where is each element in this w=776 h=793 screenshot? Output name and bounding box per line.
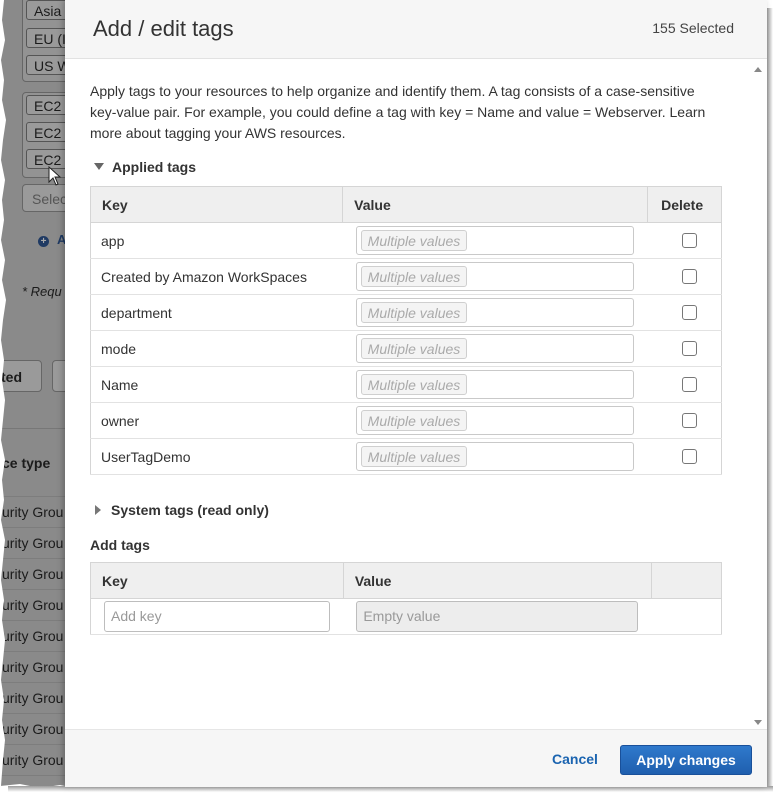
tag-value-input[interactable]: Multiple values bbox=[355, 370, 634, 399]
selected-count: 155 Selected bbox=[652, 20, 734, 36]
add-empty-header bbox=[650, 562, 723, 599]
delete-checkbox[interactable] bbox=[681, 305, 697, 320]
background-list-row[interactable]: urity Grou bbox=[0, 651, 70, 682]
tag-key: department bbox=[89, 294, 343, 331]
tag-key: mode bbox=[89, 330, 343, 367]
dialog-header: Add / edit tags 155 Selected bbox=[65, 0, 767, 59]
add-key-header: Key bbox=[90, 562, 344, 599]
multiple-values-chip: Multiple values bbox=[360, 266, 468, 287]
multiple-values-chip: Multiple values bbox=[360, 302, 468, 323]
delete-checkbox[interactable] bbox=[681, 377, 697, 392]
add-tags-title: Add tags bbox=[90, 537, 150, 553]
add-row-actions bbox=[651, 598, 723, 635]
background-list-row[interactable]: urity Grou bbox=[0, 620, 70, 651]
tag-key: Name bbox=[89, 366, 343, 403]
multiple-values-chip: Multiple values bbox=[360, 230, 468, 251]
applied-tag-row: Created by Amazon WorkSpaces Multiple val… bbox=[89, 258, 722, 295]
applied-delete-header: Delete bbox=[647, 186, 722, 223]
background-list-row[interactable]: urity Grou bbox=[0, 558, 70, 589]
delete-checkbox[interactable] bbox=[681, 269, 697, 284]
background-list-row[interactable]: urity Grou bbox=[0, 682, 70, 713]
applied-tag-row: app Multiple values bbox=[89, 222, 722, 259]
add-value-header: Value bbox=[342, 562, 652, 599]
background-column-header: ce type bbox=[0, 428, 70, 493]
multiple-values-chip: Multiple values bbox=[360, 374, 468, 395]
applied-tag-row: department Multiple values bbox=[89, 294, 722, 331]
applied-tag-row: owner Multiple values bbox=[89, 402, 722, 439]
add-tag-row: Add key Empty value bbox=[90, 598, 723, 635]
system-tags-title: System tags (read only) bbox=[111, 502, 269, 518]
multiple-values-chip: Multiple values bbox=[360, 338, 468, 359]
applied-tag-row: Name Multiple values bbox=[89, 366, 722, 403]
apply-changes-button[interactable]: Apply changes bbox=[620, 745, 752, 775]
empty-value-input[interactable]: Empty value bbox=[356, 601, 639, 632]
add-tags-table: Key Value Add key Empty value bbox=[90, 562, 723, 635]
delete-checkbox[interactable] bbox=[681, 341, 697, 356]
applied-tags-title: Applied tags bbox=[112, 159, 197, 175]
applied-tag-row: mode Multiple values bbox=[89, 330, 722, 367]
applied-value-header: Value bbox=[342, 186, 649, 223]
tag-value-input[interactable]: Multiple values bbox=[355, 442, 634, 471]
multiple-values-chip: Multiple values bbox=[360, 410, 468, 431]
applied-tag-row: UserTagDemo Multiple values bbox=[89, 438, 722, 475]
tag-value-input[interactable]: Multiple values bbox=[355, 406, 634, 435]
background-list-row[interactable]: urity Grou bbox=[0, 713, 70, 744]
multiple-values-chip: Multiple values bbox=[360, 446, 468, 467]
applied-tags-toggle[interactable]: Applied tags bbox=[94, 159, 196, 175]
tag-key: app bbox=[89, 222, 343, 259]
required-note: * Requ bbox=[22, 284, 62, 299]
tag-key: UserTagDemo bbox=[89, 438, 343, 475]
add-edit-tags-dialog: Add / edit tags 155 Selected Apply tags … bbox=[65, 0, 767, 787]
dialog-body[interactable]: Apply tags to your resources to help org… bbox=[65, 59, 767, 729]
tag-value-input[interactable]: Multiple values bbox=[355, 334, 634, 363]
background-list-row[interactable]: urity Grou bbox=[0, 496, 70, 527]
caret-right-icon bbox=[95, 505, 101, 515]
background-list-row[interactable]: urity Grou bbox=[0, 589, 70, 620]
dialog-description: Apply tags to your resources to help org… bbox=[90, 83, 706, 141]
delete-checkbox[interactable] bbox=[681, 233, 697, 248]
add-key-input[interactable]: Add key bbox=[104, 601, 330, 632]
background-list-row[interactable]: urity Grou bbox=[0, 527, 70, 558]
tag-value-input[interactable]: Multiple values bbox=[355, 298, 634, 327]
scroll-up-arrow-icon[interactable] bbox=[754, 67, 762, 72]
tag-key: Created by Amazon WorkSpaces bbox=[89, 258, 343, 295]
background-add-link[interactable]: + A bbox=[38, 232, 66, 247]
plus-circle-icon: + bbox=[38, 236, 49, 247]
screenshot-shadow-right bbox=[767, 8, 773, 788]
caret-down-icon bbox=[94, 163, 104, 170]
delete-checkbox[interactable] bbox=[681, 449, 697, 464]
dialog-scrollbar[interactable] bbox=[753, 59, 763, 729]
scroll-down-arrow-icon[interactable] bbox=[754, 720, 762, 725]
dialog-title: Add / edit tags bbox=[93, 16, 234, 41]
dialog-footer: Cancel Apply changes bbox=[65, 729, 767, 787]
cancel-button[interactable]: Cancel bbox=[552, 751, 598, 767]
tag-key: owner bbox=[89, 402, 343, 439]
torn-edge-left bbox=[0, 0, 6, 786]
system-tags-toggle[interactable]: System tags (read only) bbox=[95, 502, 269, 518]
background-list-row[interactable]: urity Grou bbox=[0, 744, 70, 775]
applied-key-header: Key bbox=[89, 186, 344, 223]
tag-value-input[interactable]: Multiple values bbox=[355, 262, 634, 291]
tag-value-input[interactable]: Multiple values bbox=[355, 226, 634, 255]
delete-checkbox[interactable] bbox=[681, 413, 697, 428]
applied-tags-table: Key Value Delete app Multiple values Creat… bbox=[89, 186, 722, 475]
